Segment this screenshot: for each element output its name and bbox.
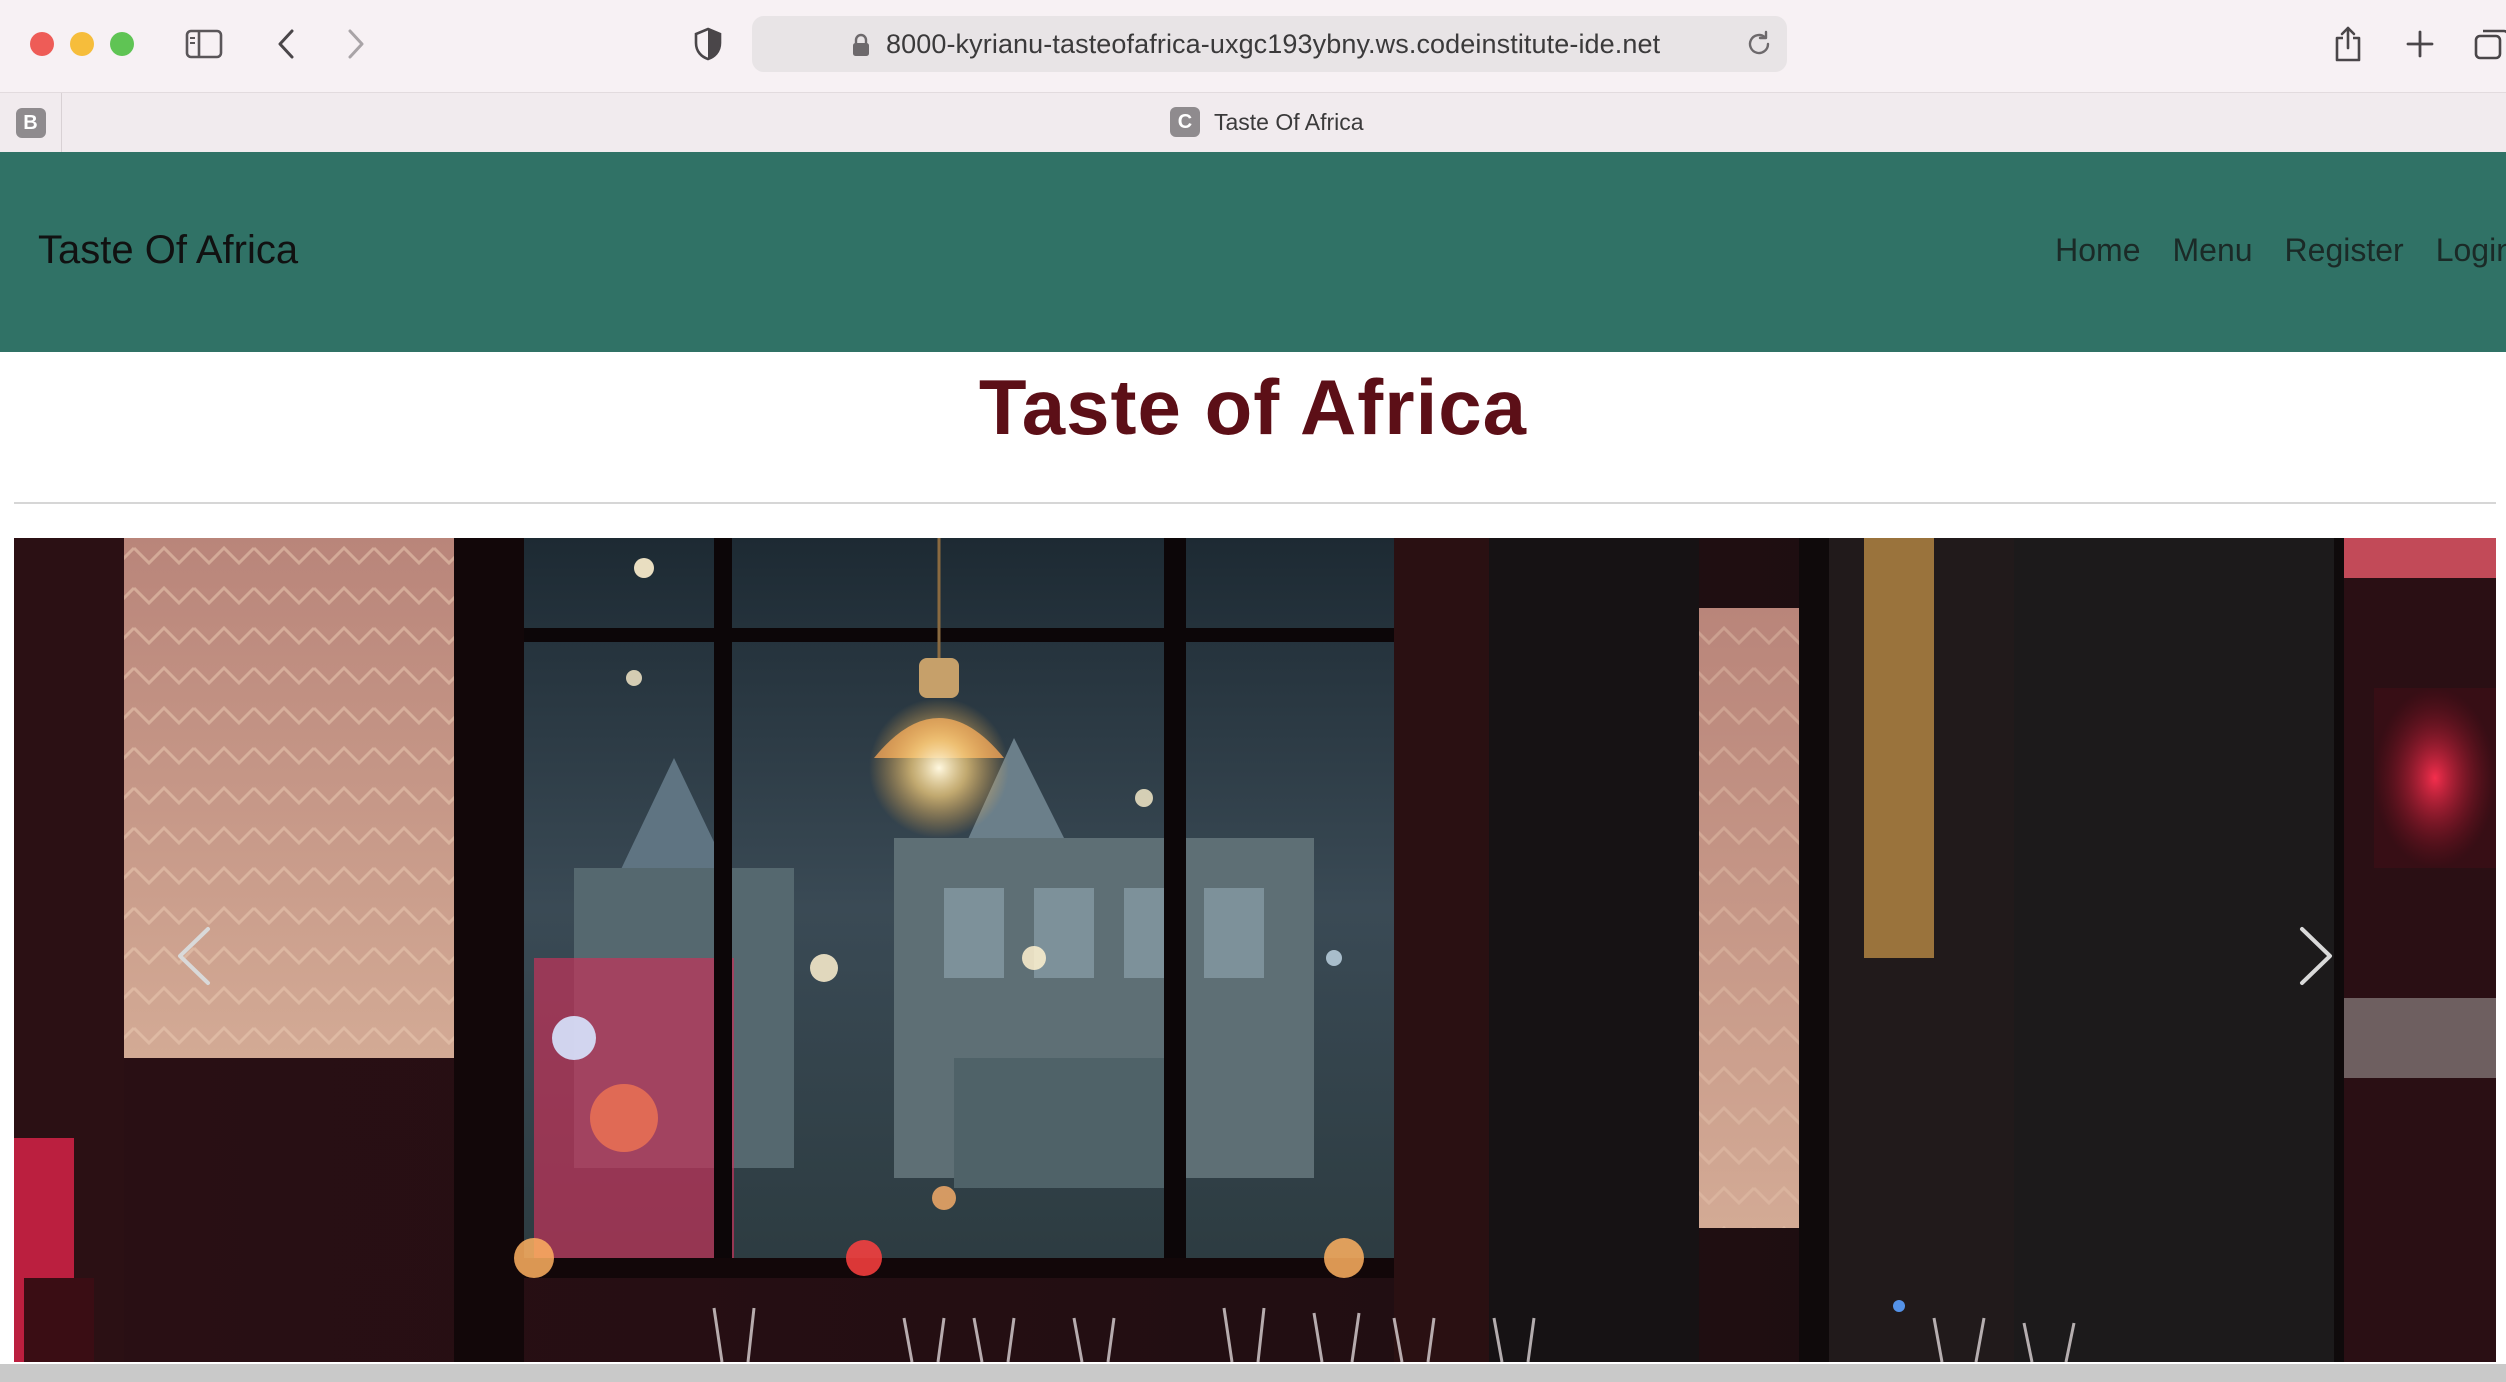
minimize-window-button[interactable] <box>70 32 94 56</box>
close-window-button[interactable] <box>30 32 54 56</box>
pinned-tab-favicon: B <box>15 108 46 138</box>
new-tab-icon[interactable] <box>2398 22 2442 66</box>
restaurant-interior-image <box>14 538 2496 1362</box>
url-text: 8000-kyrianu-tasteofafrica-uxgc193ybny.w… <box>886 29 1661 59</box>
carousel-next-button[interactable] <box>2256 878 2376 1038</box>
lock-icon <box>852 33 870 62</box>
tab-overview-icon[interactable] <box>2470 22 2506 66</box>
address-bar[interactable]: 8000-kyrianu-tasteofafrica-uxgc193ybny.w… <box>752 16 1787 72</box>
pinned-tab[interactable]: B <box>0 93 62 153</box>
site-navbar: Taste Of Africa Home Menu Register Login <box>0 152 2506 352</box>
reload-icon[interactable] <box>1745 30 1773 63</box>
active-tab-title: Taste Of Africa <box>1214 108 1364 135</box>
forward-icon[interactable] <box>334 22 378 66</box>
horizontal-scrollbar[interactable] <box>0 1364 2506 1382</box>
chevron-left-icon <box>174 925 214 992</box>
navbar-brand[interactable]: Taste Of Africa <box>38 228 298 273</box>
nav-link-menu[interactable]: Menu <box>2173 232 2253 269</box>
chevron-right-icon <box>2296 925 2336 992</box>
nav-link-login[interactable]: Login <box>2436 232 2506 269</box>
zoom-window-button[interactable] <box>110 32 134 56</box>
divider <box>14 502 2496 504</box>
active-tab-favicon: C <box>1170 107 1200 137</box>
browser-chrome: 8000-kyrianu-tasteofafrica-uxgc193ybny.w… <box>0 0 2506 153</box>
privacy-shield-icon[interactable] <box>686 22 730 66</box>
image-carousel[interactable] <box>14 538 2496 1362</box>
tab-bar: B C Taste Of Africa <box>0 92 2506 153</box>
nav-link-register[interactable]: Register <box>2285 232 2404 269</box>
browser-toolbar: 8000-kyrianu-tasteofafrica-uxgc193ybny.w… <box>0 0 2506 90</box>
share-icon[interactable] <box>2326 22 2370 66</box>
nav-links: Home Menu Register Login <box>2055 232 2506 269</box>
page-title: Taste of Africa <box>978 363 1528 451</box>
carousel-prev-button[interactable] <box>134 878 254 1038</box>
nav-link-home[interactable]: Home <box>2055 232 2140 269</box>
sidebar-toggle-icon[interactable] <box>182 22 226 66</box>
back-icon[interactable] <box>264 22 308 66</box>
active-tab[interactable]: C Taste Of Africa <box>1170 107 1364 137</box>
